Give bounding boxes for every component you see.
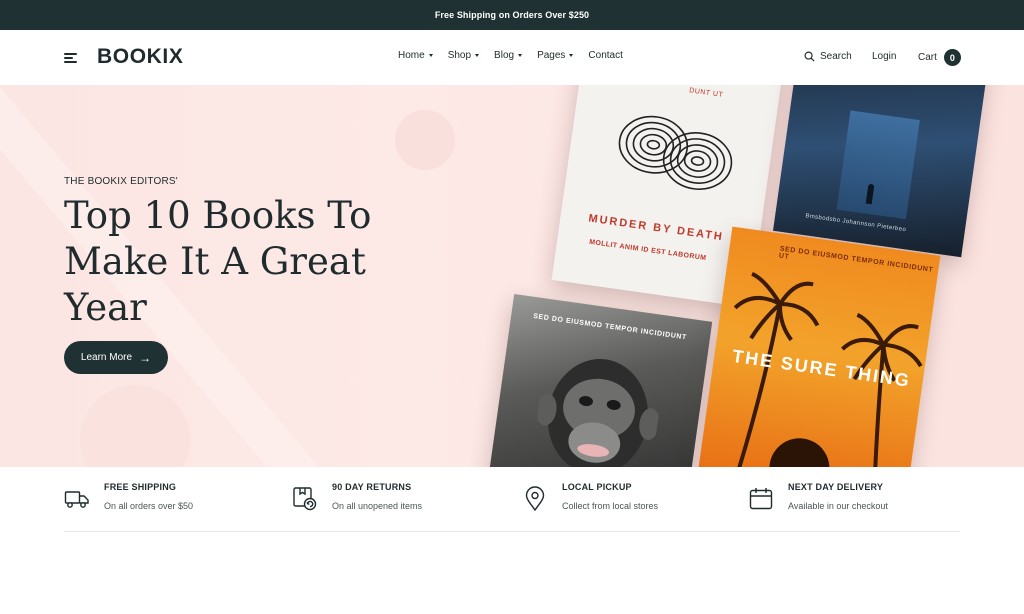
feature-next-day-delivery: NEXT DAY DELIVERY Available in our check… bbox=[748, 482, 888, 512]
search-icon bbox=[804, 51, 815, 62]
feature-subtitle: Available in our checkout bbox=[788, 501, 888, 511]
book-title: MURDER BY DEATH bbox=[587, 212, 725, 244]
hero-eyebrow: THE BOOKIX EDITORS' bbox=[64, 176, 178, 187]
book-cover-top-text: SED DO EIUSMOD TEMPOR INCIDIDUNT bbox=[532, 312, 688, 342]
site-header: BOOKIX Home Shop Blog Pages Contact Sear… bbox=[0, 30, 1024, 85]
feature-free-shipping: FREE SHIPPING On all orders over $50 bbox=[64, 482, 193, 512]
announcement-bar: Free Shipping on Orders Over $250 bbox=[0, 0, 1024, 30]
cart-label: Cart bbox=[918, 52, 937, 63]
arrow-right-icon: → bbox=[139, 350, 152, 365]
book-cover-chimpanzee[interactable]: SED DO EIUSMOD TEMPOR INCIDIDUNT bbox=[487, 294, 713, 467]
caret-down-icon bbox=[569, 54, 574, 57]
learn-more-label: Learn More bbox=[80, 352, 133, 363]
hamburger-menu-icon[interactable] bbox=[64, 52, 78, 64]
hero-decoration bbox=[80, 385, 190, 467]
hero-section: THE BOOKIX EDITORS' Top 10 Books To Make… bbox=[0, 85, 1024, 467]
feature-local-pickup: LOCAL PICKUP Collect from local stores bbox=[522, 482, 658, 512]
nav-item-contact[interactable]: Contact bbox=[588, 50, 622, 61]
book-subtitle: MOLLIT ANIM ID EST LABORUM bbox=[588, 238, 707, 263]
caret-down-icon bbox=[475, 54, 480, 57]
section-divider bbox=[64, 531, 960, 532]
nav-item-blog[interactable]: Blog bbox=[494, 50, 523, 61]
feature-title: 90 DAY RETURNS bbox=[332, 482, 412, 492]
chimpanzee-image bbox=[536, 358, 660, 467]
calendar-icon bbox=[749, 488, 773, 510]
site-logo[interactable]: BOOKIX bbox=[97, 45, 183, 69]
book-cover-scene bbox=[836, 110, 920, 220]
nav-item-shop[interactable]: Shop bbox=[448, 50, 480, 61]
announcement-text: Free Shipping on Orders Over $250 bbox=[434, 10, 590, 20]
main-nav: Home Shop Blog Pages Contact bbox=[398, 50, 623, 61]
cart-button[interactable]: Cart 0 bbox=[918, 49, 961, 66]
returns-box-icon bbox=[293, 487, 317, 511]
book-cover-top-text: DUNT UT bbox=[688, 87, 724, 99]
hero-title: Top 10 Books To Make It A Great Year bbox=[64, 194, 372, 329]
caret-down-icon bbox=[518, 54, 523, 57]
feature-subtitle: Collect from local stores bbox=[562, 501, 659, 511]
truck-icon bbox=[64, 491, 89, 508]
search-label: Search bbox=[820, 51, 852, 62]
nav-item-pages[interactable]: Pages bbox=[537, 50, 574, 61]
feature-subtitle: On all unopened items bbox=[332, 501, 423, 511]
nav-item-home[interactable]: Home bbox=[398, 50, 433, 61]
features-row: FREE SHIPPING On all orders over $50 90 … bbox=[0, 467, 1024, 532]
feature-subtitle: On all orders over $50 bbox=[104, 501, 194, 511]
caret-down-icon bbox=[428, 54, 433, 57]
hero-decoration bbox=[395, 110, 455, 170]
cart-count-badge: 0 bbox=[943, 49, 961, 66]
book-cover-dark-blue[interactable]: Bmsbodsbo Johannson Pieterbeo bbox=[773, 85, 989, 258]
map-pin-icon bbox=[525, 486, 545, 512]
login-link[interactable]: Login bbox=[872, 51, 896, 62]
fingerprint-heart-image bbox=[618, 115, 733, 190]
feature-title: FREE SHIPPING bbox=[104, 482, 177, 492]
feature-title: LOCAL PICKUP bbox=[562, 482, 632, 492]
feature-90-day-returns: 90 DAY RETURNS On all unopened items bbox=[292, 482, 422, 512]
learn-more-button[interactable]: Learn More → bbox=[64, 341, 168, 374]
book-cover-the-sure-thing[interactable]: SED DO EIUSMOD TEMPOR INCIDIDUNT UT THE … bbox=[697, 226, 941, 467]
search-button[interactable]: Search bbox=[804, 51, 852, 62]
feature-title: NEXT DAY DELIVERY bbox=[788, 482, 884, 492]
